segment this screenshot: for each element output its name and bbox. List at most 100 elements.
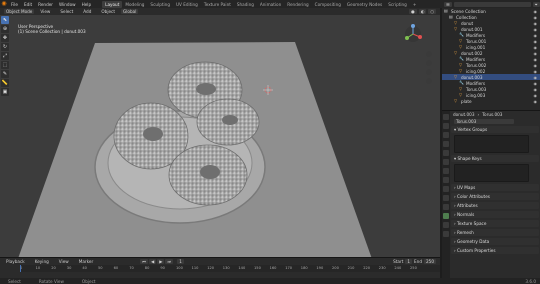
outliner-display-mode-icon[interactable]: ☰	[444, 1, 452, 7]
tab-compositing[interactable]: Compositing	[312, 1, 344, 8]
visibility-eye-icon[interactable]: ◉	[534, 87, 538, 92]
properties-tab-tool-icon[interactable]	[443, 114, 449, 120]
filter-icon[interactable]: ⏷	[532, 1, 540, 7]
timeline-menu-playback[interactable]: Playback	[3, 259, 28, 264]
visibility-eye-icon[interactable]: ◉	[534, 63, 538, 68]
visibility-eye-icon[interactable]: ◉	[534, 99, 538, 104]
properties-tab-render-icon[interactable]	[443, 123, 449, 129]
end-frame-field[interactable]: 250	[424, 259, 436, 264]
menu-file[interactable]: File	[8, 2, 21, 7]
properties-tab-view-layer-icon[interactable]	[443, 141, 449, 147]
panel-custom-properties[interactable]: › Custom Properties	[451, 247, 539, 254]
select-box-icon[interactable]: ⬉	[1, 16, 9, 24]
viewport-menu-view[interactable]: View	[37, 9, 53, 14]
visibility-eye-icon[interactable]: ◉	[534, 75, 538, 80]
object-mode-dropdown[interactable]: Object Mode	[4, 9, 35, 14]
tab-shading[interactable]: Shading	[234, 1, 257, 8]
timeline-menu-keying[interactable]: Keying	[32, 259, 52, 264]
tab-rendering[interactable]: Rendering	[284, 1, 311, 8]
panel-vertex-groups[interactable]: ▾ Vertex Groups	[451, 126, 539, 133]
mesh-datablock-selector[interactable]: Torus.003	[454, 119, 514, 124]
play-button[interactable]: ▶	[157, 259, 165, 264]
panel-attributes[interactable]: › Attributes	[451, 202, 539, 209]
tab-geometry-nodes[interactable]: Geometry Nodes	[344, 1, 385, 8]
play-reverse-button[interactable]: ◀	[148, 259, 157, 264]
outliner-search-input[interactable]	[453, 1, 531, 7]
panel-uv-maps[interactable]: › UV Maps	[451, 184, 539, 191]
tab-texture-paint[interactable]: Texture Paint	[201, 1, 234, 8]
properties-tab-texture-icon[interactable]	[443, 231, 449, 237]
transform-icon[interactable]: ⬚	[1, 61, 9, 69]
visibility-eye-icon[interactable]: ◉	[534, 45, 538, 50]
timeline-menu-view[interactable]: View	[56, 259, 72, 264]
timeline-menu-marker[interactable]: Marker	[76, 259, 96, 264]
viewport-nav-buttons[interactable]	[426, 51, 432, 84]
measure-icon[interactable]: 📏	[1, 79, 9, 87]
visibility-eye-icon[interactable]: ◉	[534, 57, 538, 62]
move-icon[interactable]: ✥	[1, 34, 9, 42]
visibility-eye-icon[interactable]: ◉	[534, 39, 538, 44]
properties-tab-modifier-icon[interactable]	[443, 177, 449, 183]
visibility-eye-icon[interactable]: ◉	[534, 93, 538, 98]
shape-keys-list[interactable]	[454, 164, 529, 182]
vertex-groups-list[interactable]	[454, 135, 529, 153]
tab-layout[interactable]: Layout	[102, 0, 123, 8]
panel-geometry-data[interactable]: › Geometry Data	[451, 238, 539, 245]
visibility-eye-icon[interactable]: ◉	[534, 69, 538, 74]
visibility-eye-icon[interactable]: ◉	[534, 27, 538, 32]
solid-shading-button[interactable]: ●	[409, 9, 417, 14]
menu-render[interactable]: Render	[35, 2, 56, 7]
frame-ruler[interactable]: 0 10 20 30 40 50 60 70 80 90 100 110 120 130 140 150 160…	[20, 265, 440, 272]
panel-texture-space[interactable]: › Texture Space	[451, 220, 539, 227]
properties-tab-constraints-icon[interactable]	[443, 204, 449, 210]
transform-orientation-dropdown[interactable]: Global	[121, 9, 139, 14]
properties-tab-object-icon[interactable]	[443, 168, 449, 174]
annotate-icon[interactable]: ✎	[1, 70, 9, 78]
panel-color-attributes[interactable]: › Color Attributes	[451, 193, 539, 200]
menu-window[interactable]: Window	[56, 2, 79, 7]
viewport-menu-select[interactable]: Select	[57, 9, 76, 14]
properties-tab-scene-icon[interactable]	[443, 150, 449, 156]
outliner-row[interactable]: ▽ plate ◉	[442, 98, 540, 104]
properties-tab-material-icon[interactable]	[443, 222, 449, 228]
mesh-icon: ▽	[459, 92, 463, 97]
scale-icon[interactable]: ⤢	[1, 52, 9, 60]
start-frame-field[interactable]: 1	[405, 259, 413, 264]
material-shading-button[interactable]: ◐	[418, 9, 427, 14]
jump-end-button[interactable]: ⏭	[165, 259, 174, 264]
viewport-3d[interactable]: User Perspective (1) Scene Collection | …	[0, 15, 440, 265]
tab-uv-editing[interactable]: UV Editing	[173, 1, 201, 8]
add-cube-icon[interactable]: ▣	[1, 88, 9, 96]
rotate-icon[interactable]: ↻	[1, 43, 9, 51]
properties-tab-physics-icon[interactable]	[443, 195, 449, 201]
visibility-eye-icon[interactable]: ◉	[534, 81, 538, 86]
navigation-gizmo[interactable]	[405, 24, 422, 42]
playhead[interactable]	[20, 265, 21, 272]
viewport-menu-add[interactable]: Add	[80, 9, 94, 14]
visibility-eye-icon[interactable]: ◉	[534, 21, 538, 26]
cursor-icon[interactable]: ⊕	[1, 25, 9, 33]
visibility-eye-icon[interactable]: ◉	[534, 15, 538, 20]
panel-remesh[interactable]: › Remesh	[451, 229, 539, 236]
tab-animation[interactable]: Animation	[257, 1, 284, 8]
viewport-menu-object[interactable]: Object	[98, 9, 118, 14]
visibility-eye-icon[interactable]: ◉	[534, 33, 538, 38]
menu-edit[interactable]: Edit	[21, 2, 35, 7]
properties-tab-world-icon[interactable]	[443, 159, 449, 165]
panel-shape-keys[interactable]: ▾ Shape Keys	[451, 155, 539, 162]
panel-normals[interactable]: › Normals	[451, 211, 539, 218]
properties-tab-particles-icon[interactable]	[443, 186, 449, 192]
tab-modeling[interactable]: Modeling	[122, 1, 147, 8]
menu-help[interactable]: Help	[79, 2, 95, 7]
rendered-shading-button[interactable]: ○	[428, 9, 436, 14]
jump-start-button[interactable]: ⏮	[140, 259, 148, 264]
current-frame-field[interactable]: 1	[177, 259, 184, 264]
tab-scripting[interactable]: Scripting	[385, 1, 410, 8]
tab-add[interactable]: +	[410, 1, 420, 8]
tab-sculpting[interactable]: Sculpting	[147, 1, 173, 8]
visibility-eye-icon[interactable]: ◉	[534, 9, 538, 14]
properties-tab-output-icon[interactable]	[443, 132, 449, 138]
properties-tab-data-icon[interactable]	[443, 213, 449, 219]
visibility-eye-icon[interactable]: ◉	[534, 51, 538, 56]
blender-logo-icon[interactable]: ◉	[0, 0, 8, 8]
